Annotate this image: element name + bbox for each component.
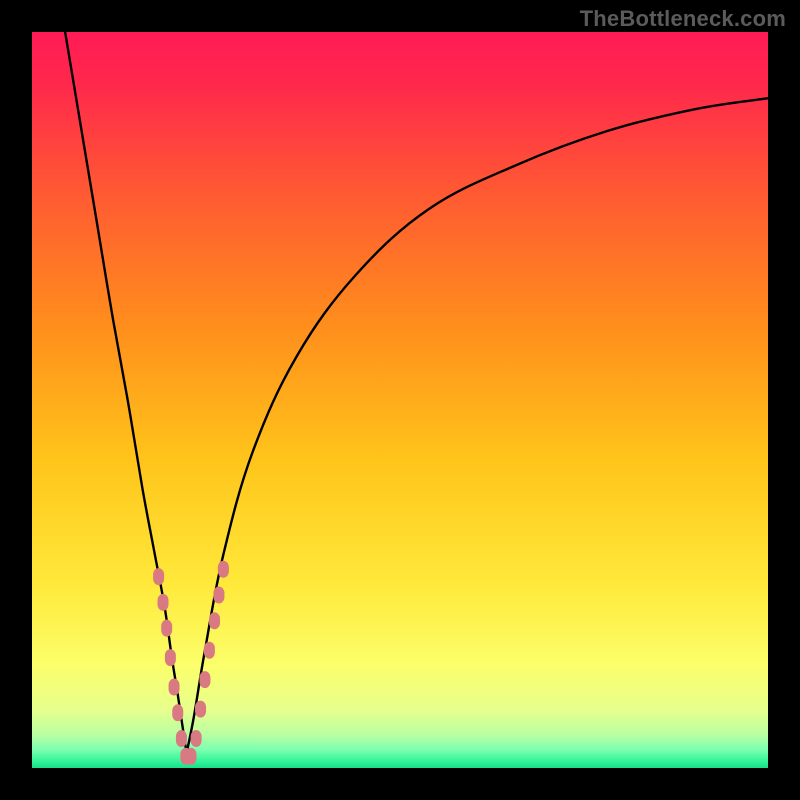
valley-point [185,748,196,765]
valley-point [176,730,187,747]
valley-point [204,642,215,659]
valley-point [169,679,180,696]
curve-layer [32,32,768,768]
watermark-text: TheBottleneck.com [580,6,786,32]
curve-right-branch [187,98,768,753]
valley-point [218,561,229,578]
valley-point [191,730,202,747]
valley-point [213,587,224,604]
valley-point [199,671,210,688]
curve-left-branch [65,32,186,753]
valley-point [209,612,220,629]
plot-area [32,32,768,768]
valley-point [161,620,172,637]
valley-point [158,594,169,611]
valley-point [153,568,164,585]
valley-point [165,649,176,666]
valley-point [195,701,206,718]
valley-point [172,704,183,721]
